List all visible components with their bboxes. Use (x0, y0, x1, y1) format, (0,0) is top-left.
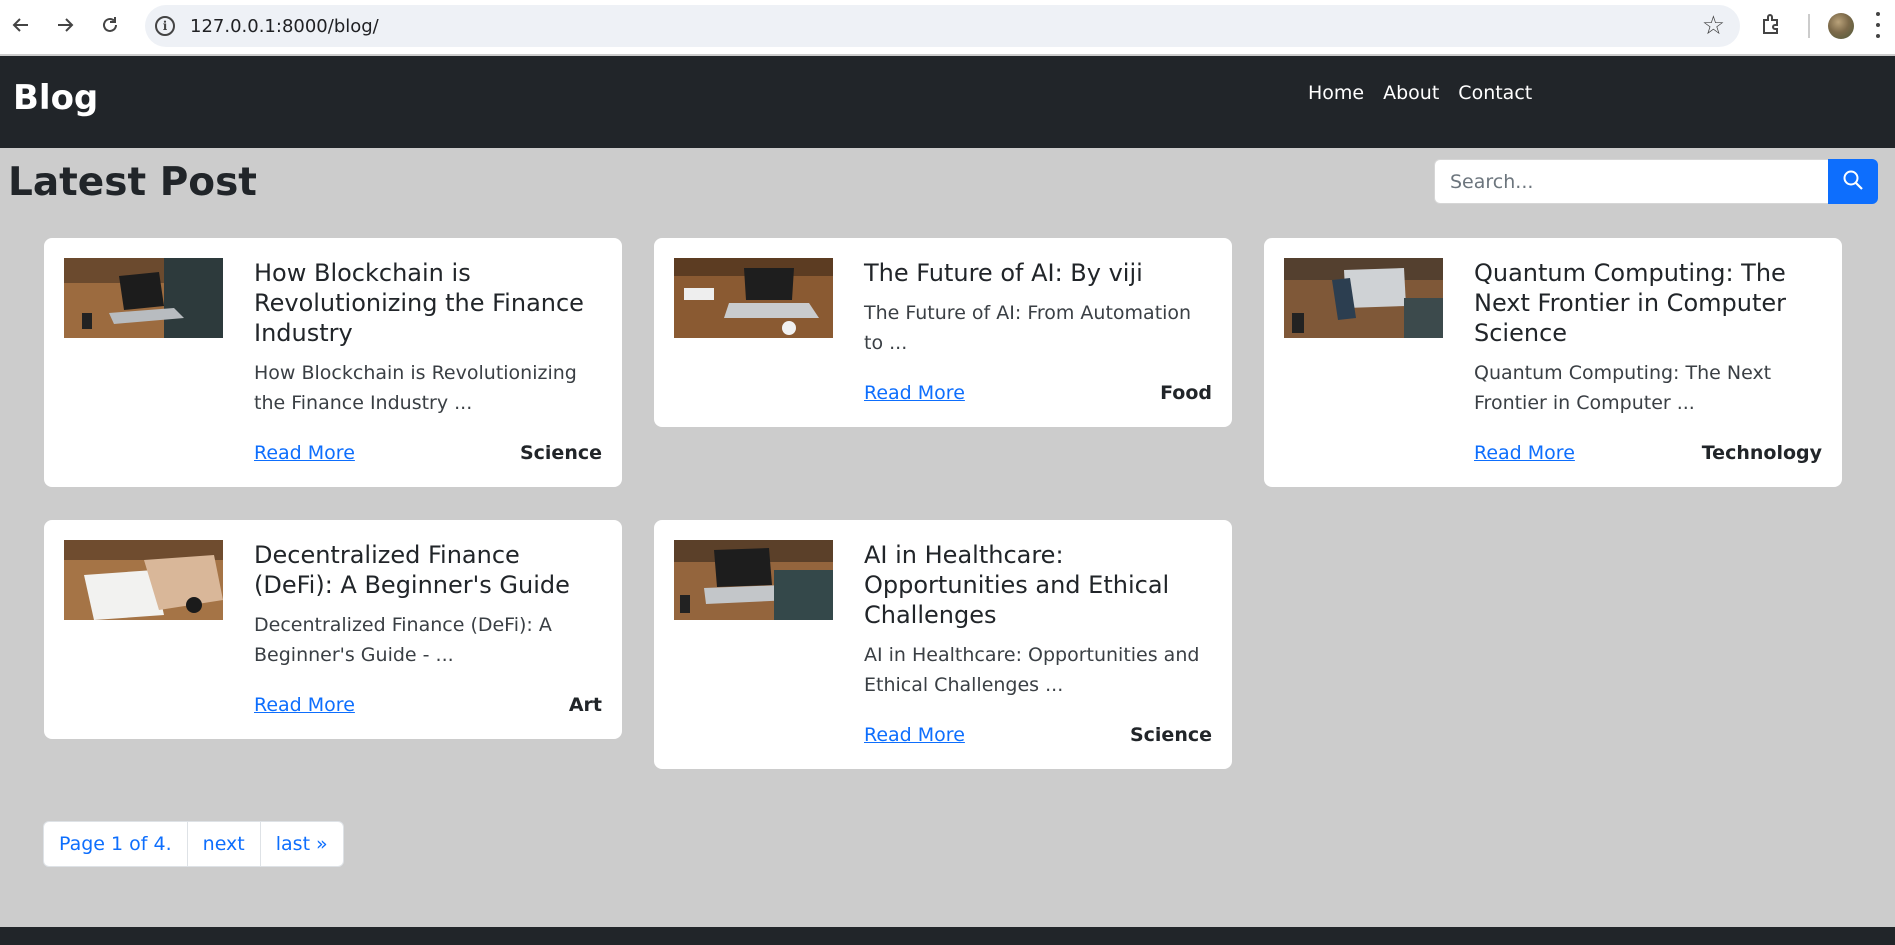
search-form (1434, 159, 1878, 204)
post-title[interactable]: Decentralized Finance (DeFi): A Beginner… (254, 540, 604, 600)
post-category: Technology (1701, 442, 1822, 464)
bookmark-star-icon[interactable]: ☆ (1702, 11, 1725, 41)
browser-toolbar: i 127.0.0.1:8000/blog/ ☆ (0, 0, 1895, 54)
read-more-link[interactable]: Read More (254, 694, 355, 716)
post-excerpt: How Blockchain is Revolutionizing the Fi… (254, 362, 577, 414)
post-title[interactable]: AI in Healthcare: Opportunities and Ethi… (864, 540, 1214, 630)
post-excerpt: The Future of AI: From Automation to ... (864, 302, 1192, 354)
read-more-link[interactable]: Read More (1474, 442, 1575, 464)
pagination-next[interactable]: next (188, 822, 261, 866)
page-title: Latest Post (8, 160, 257, 205)
search-icon (1842, 169, 1864, 194)
post-thumbnail (1284, 258, 1443, 338)
main-nav: Home About Contact (1308, 82, 1551, 104)
url-text: 127.0.0.1:8000/blog/ (190, 16, 379, 37)
post-category: Science (1129, 724, 1212, 746)
post-thumbnail (674, 258, 833, 338)
post-category: Art (568, 694, 602, 716)
post-card: Decentralized Finance (DeFi): A Beginner… (44, 520, 622, 739)
post-title[interactable]: How Blockchain is Revolutionizing the Fi… (254, 258, 604, 348)
search-input[interactable] (1434, 159, 1828, 204)
nav-contact[interactable]: Contact (1458, 82, 1532, 104)
post-thumbnail (674, 540, 833, 620)
post-excerpt: AI in Healthcare: Opportunities and Ethi… (864, 644, 1200, 696)
pagination-last[interactable]: last » (261, 822, 343, 866)
site-footer (0, 927, 1895, 945)
profile-avatar[interactable] (1828, 13, 1854, 39)
read-more-link[interactable]: Read More (864, 724, 965, 746)
address-bar[interactable]: i 127.0.0.1:8000/blog/ ☆ (145, 5, 1740, 47)
read-more-link[interactable]: Read More (254, 442, 355, 464)
site-brand[interactable]: Blog (13, 78, 98, 118)
search-button[interactable] (1828, 159, 1878, 204)
pagination-current[interactable]: Page 1 of 4. (44, 822, 188, 866)
site-info-icon[interactable]: i (155, 16, 175, 36)
post-card: AI in Healthcare: Opportunities and Ethi… (654, 520, 1232, 769)
post-card: The Future of AI: By viji The Future of … (654, 238, 1232, 427)
nav-home[interactable]: Home (1308, 82, 1364, 104)
post-category: Science (519, 442, 602, 464)
site-header: Blog Home About Contact (0, 56, 1895, 148)
back-icon[interactable] (6, 10, 36, 40)
post-title[interactable]: The Future of AI: By viji (864, 258, 1214, 288)
read-more-link[interactable]: Read More (864, 382, 965, 404)
post-title[interactable]: Quantum Computing: The Next Frontier in … (1474, 258, 1824, 348)
browser-menu-icon[interactable] (1875, 12, 1881, 38)
post-excerpt: Quantum Computing: The Next Frontier in … (1474, 362, 1772, 414)
post-category: Food (1160, 382, 1212, 404)
pagination: Page 1 of 4. next last » (43, 821, 344, 867)
post-card: Quantum Computing: The Next Frontier in … (1264, 238, 1842, 487)
post-card: How Blockchain is Revolutionizing the Fi… (44, 238, 622, 487)
extensions-icon[interactable] (1760, 12, 1784, 36)
toolbar-divider (1808, 14, 1810, 38)
nav-about[interactable]: About (1383, 82, 1439, 104)
post-thumbnail (64, 540, 223, 620)
reload-icon[interactable] (95, 10, 125, 40)
post-excerpt: Decentralized Finance (DeFi): A Beginner… (254, 614, 552, 666)
forward-icon[interactable] (50, 10, 80, 40)
post-thumbnail (64, 258, 223, 338)
